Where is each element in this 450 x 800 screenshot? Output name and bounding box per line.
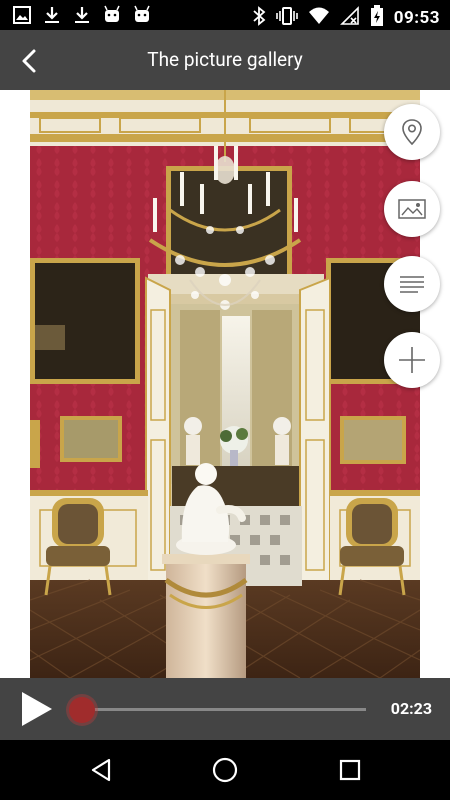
chevron-left-icon xyxy=(22,49,36,73)
location-button[interactable] xyxy=(384,104,440,160)
plus-icon xyxy=(399,347,425,373)
audio-player: 02:23 xyxy=(0,678,450,740)
app-header: The picture gallery xyxy=(0,30,450,90)
back-button[interactable] xyxy=(12,44,46,78)
add-button[interactable] xyxy=(384,332,440,388)
bluetooth-icon xyxy=(252,6,266,30)
image-icon xyxy=(398,199,426,219)
content-area xyxy=(0,90,450,678)
progress-track[interactable] xyxy=(82,708,366,711)
android-icon xyxy=(132,5,152,25)
wifi-icon xyxy=(308,6,330,30)
nav-recents-button[interactable] xyxy=(335,755,365,785)
home-circle-icon xyxy=(212,757,238,783)
vibrate-icon xyxy=(275,6,298,30)
status-time: 09:53 xyxy=(393,8,440,28)
page-title: The picture gallery xyxy=(147,48,303,71)
system-nav-bar xyxy=(0,740,450,800)
location-pin-icon xyxy=(402,119,422,146)
image-button[interactable] xyxy=(384,181,440,237)
text-lines-icon xyxy=(400,276,424,293)
battery-charging-icon xyxy=(370,5,384,31)
download-icon xyxy=(72,5,92,25)
duration-label: 02:23 xyxy=(390,699,432,718)
android-icon xyxy=(102,5,122,25)
status-left-icons xyxy=(12,5,152,25)
nav-home-button[interactable] xyxy=(210,755,240,785)
play-icon xyxy=(22,692,52,726)
room-illustration xyxy=(30,90,420,678)
status-bar: 09:53 xyxy=(0,0,450,30)
download-icon xyxy=(42,5,62,25)
gallery-photo[interactable] xyxy=(30,90,420,678)
play-button[interactable] xyxy=(18,690,56,728)
status-right-icons: 09:53 xyxy=(252,5,440,31)
no-signal-icon xyxy=(339,6,360,30)
progress-thumb[interactable] xyxy=(69,697,95,723)
back-triangle-icon xyxy=(91,758,111,782)
text-button[interactable] xyxy=(384,256,440,312)
image-icon xyxy=(12,5,32,25)
recents-square-icon xyxy=(339,759,361,781)
nav-back-button[interactable] xyxy=(86,755,116,785)
